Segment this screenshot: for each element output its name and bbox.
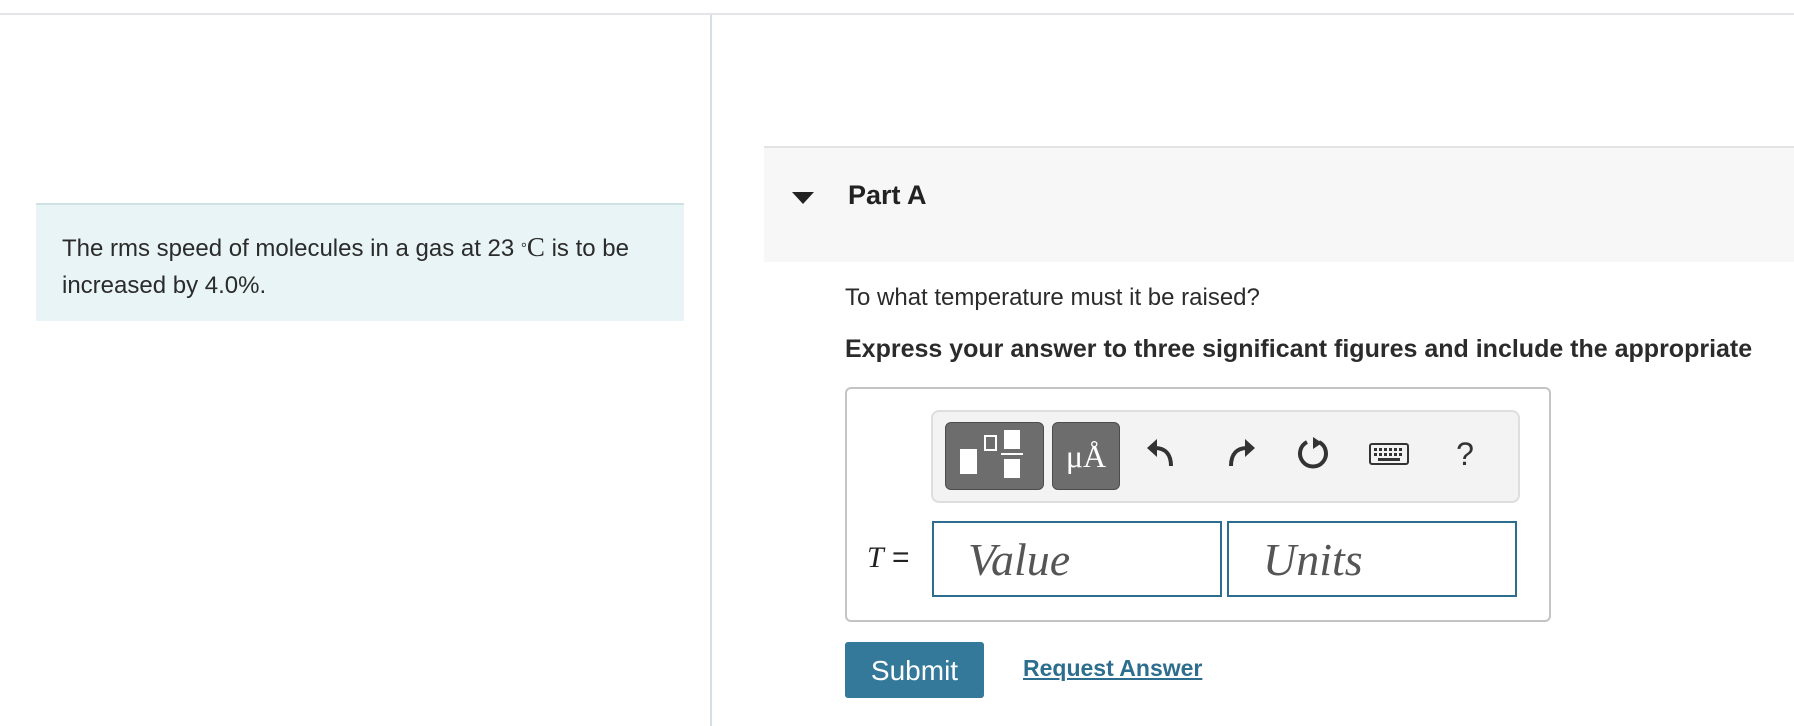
instruction-text: Express your answer to three significant… [845, 335, 1753, 363]
celsius-unit: C [526, 232, 545, 262]
part-a-header[interactable]: Part A [764, 146, 1794, 262]
redo-icon[interactable] [1217, 434, 1261, 483]
collapse-caret-icon[interactable] [792, 192, 814, 204]
keyboard-icon[interactable] [1367, 434, 1411, 483]
reset-icon[interactable] [1291, 434, 1335, 483]
part-title: Part A [848, 180, 927, 210]
help-button[interactable]: ? [1443, 434, 1487, 474]
question-text: To what temperature must it be raised? [845, 284, 1260, 311]
degree-symbol: ° [520, 240, 527, 257]
undo-icon[interactable] [1141, 434, 1185, 483]
units-button[interactable]: μÅ [1052, 422, 1120, 490]
top-divider [0, 13, 1794, 15]
problem-text-before: The rms speed of molecules in a gas at 2… [62, 235, 521, 262]
vertical-divider [710, 15, 712, 726]
equals-sign: = [883, 541, 910, 574]
problem-statement: The rms speed of molecules in a gas at 2… [36, 203, 684, 321]
math-toolbar: μÅ ? [931, 410, 1520, 503]
variable-label: T = [867, 541, 910, 575]
fraction-template-icon [960, 430, 1023, 478]
submit-button[interactable]: Submit [845, 642, 984, 698]
value-input[interactable] [932, 521, 1222, 597]
request-answer-link[interactable]: Request Answer [1023, 655, 1202, 682]
answer-box: μÅ ? T = [845, 387, 1551, 622]
variable-symbol: T [867, 541, 884, 574]
units-input[interactable] [1227, 521, 1517, 597]
templates-button[interactable] [945, 422, 1044, 490]
